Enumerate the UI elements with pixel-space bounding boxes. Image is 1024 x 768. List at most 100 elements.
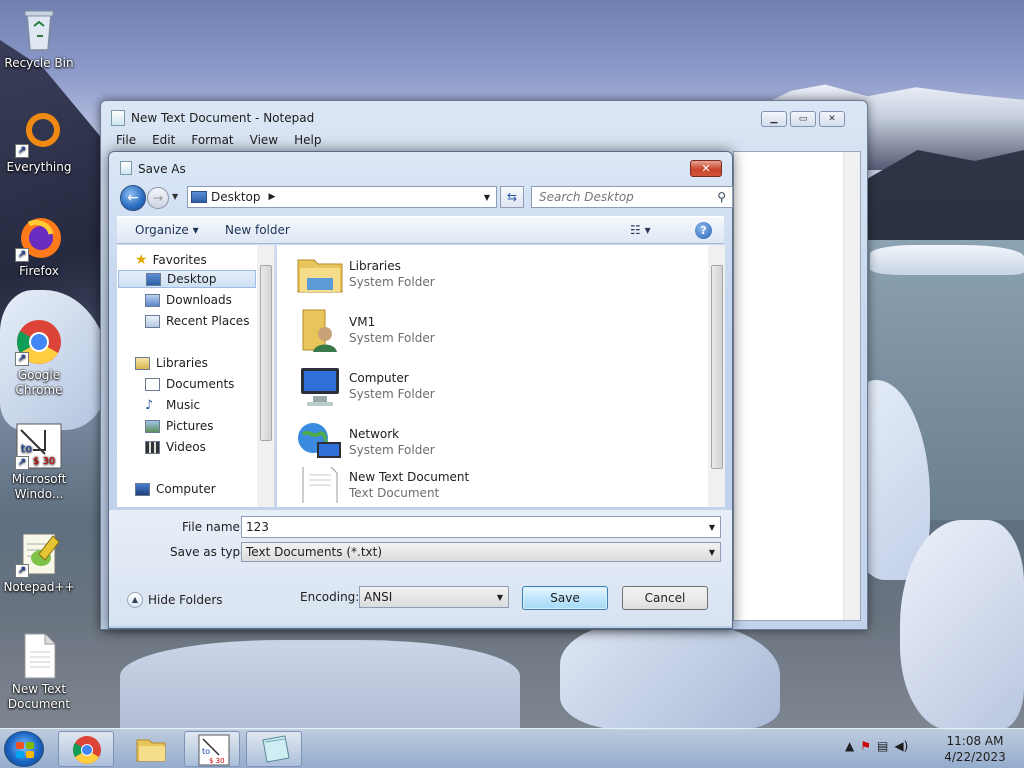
nav-pictures[interactable]: Pictures [145,417,214,435]
desktop-icon-label: Google Chrome [15,368,63,397]
nav-label: Favorites [152,253,207,267]
nav-desktop[interactable]: Desktop [118,270,256,288]
desktop-icon-label: Recycle Bin [4,56,74,70]
taskbar-file-explorer[interactable] [122,731,178,767]
scrollbar-thumb[interactable] [260,265,272,441]
nav-downloads[interactable]: Downloads [145,291,232,309]
help-button[interactable]: ? [695,222,712,239]
new-folder-button[interactable]: New folder [225,223,290,237]
svg-text:to: to [21,442,32,455]
close-button[interactable]: ✕ [819,111,845,127]
search-input[interactable]: Search Desktop [539,190,634,204]
shortcut-arrow-icon: ↗ [15,144,29,158]
file-item-computer[interactable]: Computer System Folder [295,361,435,411]
file-item-libraries[interactable]: Libraries System Folder [295,249,435,299]
address-bar[interactable]: Desktop ▶ ▼ [187,186,497,208]
file-list-scrollbar[interactable] [708,245,725,507]
menu-file[interactable]: File [108,131,144,149]
dialog-close-button[interactable]: ✕ [690,160,722,177]
nav-computer[interactable]: Computer [135,480,216,498]
taskbar-to-do-app[interactable]: to $ 30 [184,731,240,767]
file-list[interactable]: Libraries System Folder VM1 System Folder … [277,245,725,507]
dialog-title: Save As [138,162,186,176]
notepad-text-area[interactable] [733,151,861,621]
notepad-icon [262,735,290,763]
nav-videos[interactable]: Videos [145,438,206,456]
file-type: System Folder [349,275,435,289]
file-item-new-text-document[interactable]: New Text Document Text Document [295,467,469,503]
encoding-value: ANSI [364,590,393,604]
view-icon: ☷ [630,223,641,237]
file-name: Network [349,427,400,441]
minimize-button[interactable]: ▁ [761,111,787,127]
folder-icon [136,739,166,762]
file-name-value[interactable]: 123 [246,520,269,534]
volume-icon[interactable]: ◀) [894,739,908,753]
nav-recent-places[interactable]: Recent Places [145,312,249,330]
desktop-icon-everything[interactable]: ↗ Everything [0,110,78,175]
background-ice [870,245,1024,275]
desktop-icon-chrome[interactable]: ↗ Google Chrome [0,318,78,398]
notepad-scrollbar[interactable] [843,152,860,620]
save-type-select[interactable]: Text Documents (*.txt) ▼ [241,542,721,562]
taskbar-notepad[interactable] [246,731,302,767]
user-folder-icon [295,306,345,354]
menu-edit[interactable]: Edit [144,131,183,149]
nav-libraries[interactable]: Libraries [135,354,208,372]
desktop-icon-label: New Text Document [7,682,71,711]
nav-music[interactable]: ♪ Music [145,396,200,414]
taskbar-chrome[interactable] [58,731,114,767]
address-location[interactable]: Desktop [211,190,261,204]
save-button[interactable]: Save [522,586,608,610]
chrome-icon [73,736,101,764]
file-name-input[interactable]: 123 ▼ [241,516,721,538]
file-item-network[interactable]: Network System Folder [295,417,435,467]
scrollbar-thumb[interactable] [711,265,723,469]
desktop-icon-firefox[interactable]: ↗ Firefox [0,214,78,279]
encoding-label: Encoding: [300,590,360,604]
desktop-icon-microsoft-windows[interactable]: to $ 30 ↗ Microsoft Windo... [0,422,78,502]
music-icon: ♪ [145,397,154,413]
nav-favorites[interactable]: ★ Favorites [135,251,207,269]
save-type-dropdown-icon[interactable]: ▼ [709,548,715,557]
forward-button[interactable]: → [147,187,169,209]
taskbar: to $ 30 ▲ ⚑ ▤ ◀) 11:08 AM 4/22/2023 [0,728,1024,768]
maximize-button[interactable]: ▭ [790,111,816,127]
save-as-dialog[interactable]: Save As ✕ ← → ▼ Desktop ▶ ▼ ⇆ Search Des… [108,151,733,629]
navigation-bar: ← → ▼ Desktop ▶ ▼ ⇆ Search Desktop ⚲ [117,184,733,212]
taskbar-clock[interactable]: 11:08 AM 4/22/2023 [940,733,1010,765]
file-item-vm1[interactable]: VM1 System Folder [295,305,435,355]
computer-icon [135,482,150,496]
change-view-button[interactable]: ☷ ▾ [630,223,651,237]
desktop-icon-recycle-bin[interactable]: Recycle Bin [0,6,78,71]
breadcrumb-chevron-icon[interactable]: ▶ [269,192,276,202]
start-button[interactable] [4,731,44,767]
cancel-button[interactable]: Cancel [622,586,708,610]
address-dropdown-icon[interactable]: ▼ [484,193,490,202]
hide-folders-label: Hide Folders [148,593,223,607]
menu-help[interactable]: Help [286,131,329,149]
network-icon[interactable]: ▤ [877,739,888,753]
show-hidden-icons-button[interactable]: ▲ [845,739,854,753]
desktop-icon-notepad-plus-plus[interactable]: ↗ Notepad++ [0,530,78,595]
notepad-window-controls: ▁ ▭ ✕ [761,111,845,127]
menu-format[interactable]: Format [183,131,241,149]
hide-folders-button[interactable]: ▲ Hide Folders [127,592,223,608]
action-center-icon[interactable]: ⚑ [860,739,871,753]
recent-places-icon [145,314,160,328]
recent-locations-dropdown[interactable]: ▼ [172,192,178,201]
encoding-select[interactable]: ANSI ▼ [359,586,509,608]
encoding-dropdown-icon[interactable]: ▼ [497,593,503,602]
search-box[interactable]: Search Desktop ⚲ [531,186,733,208]
navigation-scrollbar[interactable] [257,245,274,507]
file-type: Text Document [349,486,440,500]
desktop-icon-new-text-document[interactable]: New Text Document [0,632,78,712]
navigation-pane[interactable]: ★ Favorites Desktop Downloads Recent Plac… [117,245,275,507]
refresh-button[interactable]: ⇆ [500,186,524,208]
menu-view[interactable]: View [242,131,286,149]
nav-documents[interactable]: Documents [145,375,234,393]
organize-button[interactable]: Organize ▾ [135,223,199,237]
to-do-app-icon: to $ 30 ↗ [15,422,63,470]
file-name-dropdown-icon[interactable]: ▼ [709,523,715,532]
back-button[interactable]: ← [120,185,146,211]
